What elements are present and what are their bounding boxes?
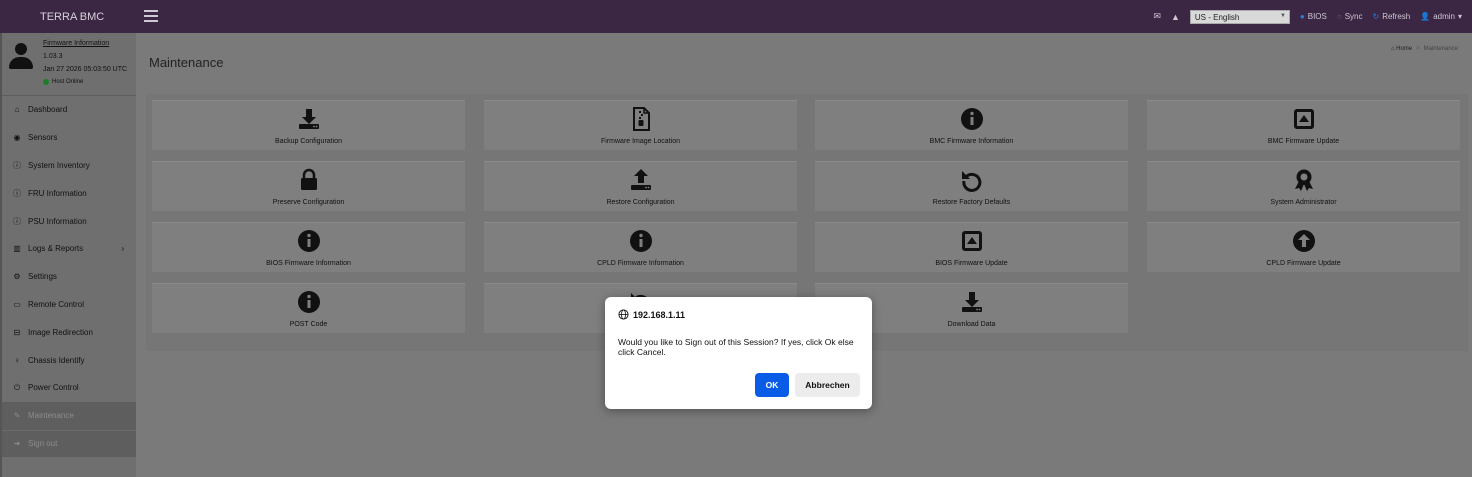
- sidebar-item-chassis-identify[interactable]: ♀ Chassis Identify: [2, 346, 136, 374]
- tile-cpld-firmware-information[interactable]: CPLD Firmware Information: [484, 222, 797, 272]
- breadcrumb-home[interactable]: Home: [1396, 46, 1412, 52]
- gear-icon: ⚙: [13, 272, 21, 282]
- eject-icon: [1293, 109, 1314, 129]
- tile-cpld-firmware-update[interactable]: CPLD Firmware Update: [1147, 222, 1460, 272]
- globe-icon: [618, 309, 629, 320]
- sidebar-item-sign-out[interactable]: ➜ Sign out: [2, 429, 136, 458]
- signout-icon: ➜: [13, 439, 21, 449]
- info-icon: ⓘ: [13, 160, 21, 170]
- main-content: Maintenance ⌂ Home > Maintenance Backup Co…: [136, 33, 1472, 477]
- refresh-icon: ↻: [1372, 12, 1380, 21]
- tile-system-administrator[interactable]: System Administrator: [1147, 161, 1460, 211]
- sidebar-item-logs-reports[interactable]: ▥ Logs & Reports ›: [2, 235, 136, 263]
- sidebar-item-sensors[interactable]: ◉ Sensors: [2, 124, 136, 152]
- tile-bios-firmware-information[interactable]: BIOS Firmware Information: [152, 222, 465, 272]
- sidebar-item-dashboard[interactable]: ⌂ Dashboard: [2, 96, 136, 124]
- dialog-message: Would you like to Sign out of this Sessi…: [618, 337, 854, 358]
- tile-backup-configuration[interactable]: Backup Configuration: [152, 100, 465, 150]
- chart-icon: ▥: [13, 244, 21, 254]
- tile-restore-factory-defaults[interactable]: Restore Factory Defaults: [815, 161, 1128, 211]
- bulb-icon: ♀: [14, 355, 20, 365]
- wrench-icon: ✎: [13, 411, 21, 421]
- refresh-button[interactable]: ↻ Refresh: [1373, 12, 1411, 21]
- download-icon: [961, 292, 982, 312]
- file-zip-icon: [632, 107, 650, 131]
- tile-post-code[interactable]: POST Code: [152, 283, 465, 333]
- bios-button[interactable]: ● BIOS: [1300, 12, 1327, 21]
- profile-panel: Firmware Information 1.03.3 Jan 27 2026 …: [2, 33, 136, 96]
- info-icon: ⓘ: [13, 188, 21, 198]
- sync-button[interactable]: ○ Sync: [1337, 12, 1363, 21]
- host-status: Host Online: [43, 79, 83, 85]
- sign-out-dialog: 192.168.1.11 Would you like to Sign out …: [605, 297, 872, 409]
- sidebar-item-remote-control[interactable]: ▭ Remote Control: [2, 291, 136, 319]
- user-icon: 👤: [1420, 12, 1431, 21]
- breadcrumb-separator: >: [1416, 46, 1420, 52]
- info-icon: ⓘ: [13, 216, 21, 226]
- top-bar: TERRA BMC ✉ ▲ US - English ●BIOS ○Sync ↻…: [0, 0, 1472, 33]
- user-menu[interactable]: 👤 admin ▾: [1420, 12, 1462, 21]
- tile-firmware-image-location[interactable]: Firmware Image Location: [484, 100, 797, 150]
- tile-preserve-configuration[interactable]: Preserve Configuration: [152, 161, 465, 211]
- firmware-date: Jan 27 2026 05:03:50 UTC: [43, 66, 128, 73]
- tile-bios-firmware-update[interactable]: BIOS Firmware Update: [815, 222, 1128, 272]
- home-icon: ⌂: [1390, 46, 1395, 52]
- language-select[interactable]: US - English: [1189, 9, 1290, 24]
- power-icon: ⏻: [13, 382, 21, 392]
- arrow-up-circle-icon: [1292, 230, 1315, 252]
- ok-button[interactable]: OK: [755, 373, 789, 397]
- undo-icon: [961, 171, 981, 192]
- info-icon: [297, 291, 320, 313]
- sidebar-item-system-inventory[interactable]: ⓘ System Inventory: [2, 152, 136, 180]
- tile-bmc-firmware-information[interactable]: BMC Firmware Information: [815, 100, 1128, 150]
- sync-icon: ○: [1336, 12, 1342, 21]
- disk-icon: ⊟: [13, 327, 21, 337]
- sidebar-item-maintenance[interactable]: ✎ Maintenance: [2, 401, 136, 430]
- firmware-version: 1.03.3: [43, 53, 63, 60]
- info-icon: [629, 230, 652, 252]
- info-icon: [960, 108, 983, 130]
- award-icon: [1294, 169, 1313, 191]
- firmware-info-link[interactable]: Firmware Information: [43, 40, 109, 47]
- page-title: Maintenance: [149, 55, 224, 70]
- top-right-controls: ✉ ▲ US - English ●BIOS ○Sync ↻Refresh 👤a…: [1153, 0, 1472, 33]
- chevron-right-icon: ›: [121, 244, 124, 254]
- sensors-icon: ◉: [13, 133, 21, 143]
- dashboard-icon: ⌂: [14, 105, 20, 115]
- status-dot-icon: [43, 79, 49, 85]
- avatar-icon: [9, 43, 33, 71]
- sidebar-item-power-control[interactable]: ⏻ Power Control: [2, 374, 136, 402]
- info-icon: [297, 230, 320, 252]
- eject-icon: [961, 231, 982, 251]
- download-icon: [298, 109, 319, 129]
- cancel-button[interactable]: Abbrechen: [795, 373, 860, 397]
- sidebar: Firmware Information 1.03.3 Jan 27 2026 …: [0, 33, 136, 477]
- mail-icon[interactable]: ✉: [1153, 11, 1161, 22]
- tile-bmc-firmware-update[interactable]: BMC Firmware Update: [1147, 100, 1460, 150]
- sidebar-item-image-redirection[interactable]: ⊟ Image Redirection: [2, 318, 136, 346]
- bios-icon: ●: [1299, 12, 1305, 21]
- tile-restore-configuration[interactable]: Restore Configuration: [484, 161, 797, 211]
- brand-logo[interactable]: TERRA BMC: [0, 0, 136, 33]
- upload-icon: [630, 169, 651, 190]
- breadcrumb-current: Maintenance: [1423, 46, 1458, 52]
- monitor-icon: ▭: [13, 299, 21, 309]
- lock-icon: [300, 168, 317, 190]
- menu-toggle-icon[interactable]: [144, 10, 158, 22]
- dialog-host: 192.168.1.11: [618, 309, 685, 320]
- sidebar-item-fru-information[interactable]: ⓘ FRU Information: [2, 179, 136, 207]
- warning-icon[interactable]: ▲: [1171, 12, 1180, 22]
- breadcrumb: ⌂ Home > Maintenance: [1391, 46, 1458, 52]
- sidebar-item-psu-information[interactable]: ⓘ PSU Information: [2, 207, 136, 235]
- caret-down-icon: ▾: [1457, 12, 1462, 21]
- sidebar-item-settings[interactable]: ⚙ Settings: [2, 263, 136, 291]
